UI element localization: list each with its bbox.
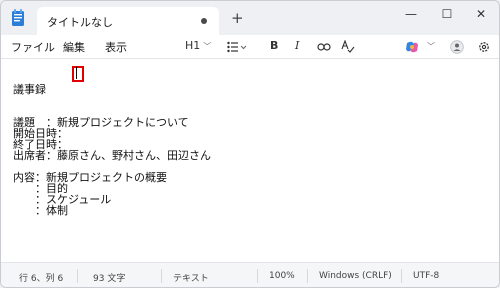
text-line: 出席者：藤原さん、野村さん、田辺さん bbox=[13, 149, 211, 162]
unsaved-dot-icon[interactable] bbox=[201, 18, 207, 24]
encoding[interactable]: UTF-8 bbox=[413, 271, 439, 281]
character-count: 93 文字 bbox=[93, 274, 126, 284]
zoom-level[interactable]: 100% bbox=[269, 271, 295, 281]
copilot-icon[interactable] bbox=[405, 40, 419, 54]
account-icon[interactable] bbox=[450, 40, 464, 54]
highlight-box bbox=[72, 66, 84, 82]
maximize-button[interactable]: ☐ bbox=[433, 5, 461, 23]
settings-gear-icon[interactable] bbox=[477, 40, 491, 54]
list-dropdown-icon[interactable] bbox=[227, 41, 247, 53]
spellcheck-icon[interactable] bbox=[341, 40, 355, 54]
heading-label: H1 bbox=[185, 39, 201, 52]
tab-title: タイトルなし bbox=[47, 16, 113, 29]
divider bbox=[307, 269, 308, 283]
heading-dropdown[interactable]: H1 ﹀ bbox=[185, 39, 211, 54]
title-bar: タイトルなし + — ☐ ✕ bbox=[1, 1, 499, 35]
divider bbox=[401, 269, 402, 283]
divider bbox=[161, 269, 162, 283]
menu-bar: ファイル 編集 表示 H1 ﹀ B I ﹀ bbox=[1, 35, 499, 59]
status-bar: 行 6、列 6 93 文字 テキスト 100% Windows (CRLF) U… bbox=[1, 262, 499, 287]
menu-view[interactable]: 表示 bbox=[105, 39, 127, 55]
divider bbox=[77, 269, 78, 283]
menu-file[interactable]: ファイル bbox=[11, 39, 55, 55]
text-format[interactable]: テキスト bbox=[173, 271, 209, 284]
text-line: ：体制 bbox=[13, 204, 68, 217]
menu-edit[interactable]: 編集 bbox=[63, 39, 85, 55]
line-ending[interactable]: Windows (CRLF) bbox=[319, 271, 392, 281]
divider bbox=[257, 269, 258, 283]
minimize-button[interactable]: — bbox=[397, 5, 425, 23]
bold-button[interactable]: B bbox=[270, 39, 278, 53]
notepad-icon bbox=[12, 9, 24, 26]
notepad-window: タイトルなし + — ☐ ✕ ファイル 編集 表示 H1 ﹀ B I ﹀ 議事録… bbox=[0, 0, 500, 288]
chevron-down-icon: ﹀ bbox=[203, 42, 212, 51]
copilot-chevron-down-icon[interactable]: ﹀ bbox=[427, 41, 435, 52]
cursor-position: 行 6、列 6 bbox=[19, 274, 64, 284]
close-button[interactable]: ✕ bbox=[467, 5, 495, 23]
link-icon[interactable] bbox=[317, 42, 331, 52]
text-line: 議事録 bbox=[13, 83, 46, 96]
italic-button[interactable]: I bbox=[295, 39, 299, 53]
document-tab[interactable]: タイトルなし bbox=[37, 7, 219, 35]
text-cursor bbox=[76, 67, 77, 79]
new-tab-button[interactable]: + bbox=[231, 10, 244, 26]
text-editor[interactable]: 議事録 議題 ：新規プロジェクトについて 開始日時： 終了日時： 出席者：藤原さ… bbox=[1, 60, 499, 261]
